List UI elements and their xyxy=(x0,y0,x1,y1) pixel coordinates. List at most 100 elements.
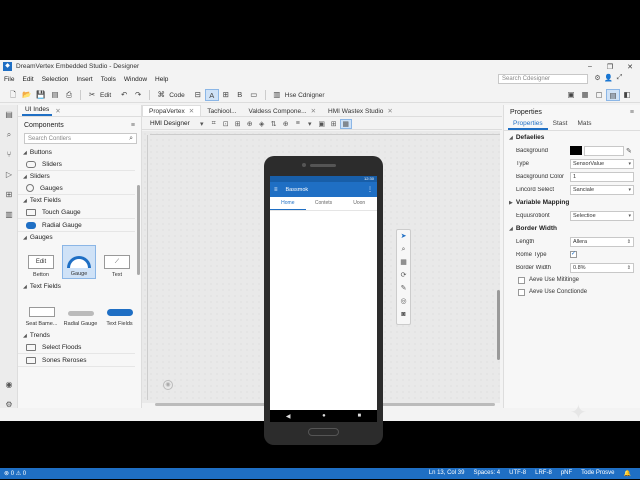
encoding[interactable]: UTF-8 xyxy=(509,470,526,477)
menu-window[interactable]: Window xyxy=(124,76,147,83)
list-item[interactable]: Gauges xyxy=(18,182,135,195)
chevron-down-icon[interactable]: ▾ xyxy=(304,120,316,128)
hamburger-icon[interactable]: ≡ xyxy=(131,122,135,129)
menu-file[interactable]: File xyxy=(4,76,14,83)
components-icon[interactable]: ▥ xyxy=(0,205,18,225)
search-icon[interactable]: ⌕ xyxy=(129,135,133,143)
checkbox-row[interactable]: Aeve Use Conctionde xyxy=(504,286,640,298)
home-icon[interactable]: ● xyxy=(322,413,326,419)
search-icon[interactable]: ⌕ xyxy=(0,125,18,145)
code-icon[interactable]: ⌘ xyxy=(154,89,168,101)
zoom-icon[interactable]: ⌕ xyxy=(397,243,410,256)
phone-tab-uoon[interactable]: Uoon xyxy=(341,197,377,210)
source-control-icon[interactable]: ⑂ xyxy=(0,145,18,165)
designer-icon[interactable]: ▥ xyxy=(270,89,284,101)
tile-text-fields[interactable]: Text Fields xyxy=(102,294,137,328)
align-icon[interactable]: ≡ xyxy=(292,120,304,127)
frame-icon[interactable]: ▣ xyxy=(316,120,328,128)
doc-tab[interactable]: Valdess Compone... ✕ xyxy=(243,106,323,116)
menu-edit[interactable]: Edit xyxy=(22,76,33,83)
tab-mats[interactable]: Mats xyxy=(572,119,596,130)
rome-type-checkbox[interactable]: ✓ xyxy=(570,251,577,258)
clipboard-icon[interactable]: ▣ xyxy=(564,89,578,101)
checkbox-row[interactable]: Aeve Use Mititinge xyxy=(504,274,640,286)
cut-icon[interactable]: ✂ xyxy=(85,89,99,101)
stepper-icon[interactable]: ⇕ xyxy=(627,238,631,246)
section-border-width[interactable]: ◢ Border Width xyxy=(504,222,640,235)
cursor-position[interactable]: Ln 13, Col 39 xyxy=(429,470,465,477)
color-swatch[interactable] xyxy=(570,146,582,155)
layers-icon[interactable]: ◧ xyxy=(620,89,634,101)
crop-icon[interactable]: ⌗ xyxy=(208,120,220,128)
save-all-icon[interactable]: ▤ xyxy=(48,89,62,101)
tile-gauge[interactable]: Gauge xyxy=(62,245,96,279)
close-icon[interactable]: ✕ xyxy=(387,108,392,115)
align-icon[interactable]: ⊟ xyxy=(191,89,205,101)
menu-selection[interactable]: Selection xyxy=(42,76,69,83)
distribute-icon[interactable]: ⊕ xyxy=(280,120,292,128)
hamburger-icon[interactable]: ≡ xyxy=(630,109,634,116)
menu-help[interactable]: Help xyxy=(155,76,168,83)
menu-tools[interactable]: Tools xyxy=(101,76,116,83)
designer-mode-select[interactable]: HMI Designer xyxy=(150,120,190,127)
explorer-icon[interactable]: ▤ xyxy=(0,105,18,125)
canvas-vertical-scrollbar[interactable] xyxy=(497,290,500,360)
list-item[interactable]: Sones Reroses xyxy=(18,354,135,367)
doc-tab[interactable]: HMI Wastex Studio ✕ xyxy=(322,106,399,116)
close-icon[interactable]: ✕ xyxy=(311,108,316,115)
phone-tab-home[interactable]: Home xyxy=(270,197,306,210)
background-color-field[interactable]: 1 xyxy=(570,171,634,182)
account-icon[interactable]: 👤 xyxy=(603,74,614,82)
menu-insert[interactable]: Insert xyxy=(76,76,92,83)
pen-icon[interactable]: ✎ xyxy=(626,147,632,155)
bell-icon[interactable]: 🔔 xyxy=(624,470,631,477)
panel-toggle-icon[interactable]: ▤ xyxy=(606,89,620,101)
text-tool-icon[interactable]: A xyxy=(204,89,219,101)
color-field[interactable] xyxy=(584,145,624,156)
settings-icon[interactable]: ⚙ xyxy=(0,395,18,415)
preview-icon[interactable]: ▭ xyxy=(247,89,261,101)
maximize-button[interactable]: ❐ xyxy=(600,63,620,71)
sort-icon[interactable]: ⇅ xyxy=(268,120,280,128)
pointer-icon[interactable]: ➤ xyxy=(397,230,410,243)
language-mode[interactable]: pNF xyxy=(561,470,572,477)
section-buttons[interactable]: ◢ Buttons xyxy=(18,147,141,158)
tile-button[interactable]: Edit Betton xyxy=(24,245,58,279)
phone-screen[interactable]: 12:30 ≡ Bassmok ⋮ Home Contets Uoon xyxy=(270,176,377,410)
tab-ui-index[interactable]: UI Indes xyxy=(22,105,53,116)
redo-icon[interactable]: ↷ xyxy=(131,89,145,101)
lincord-select[interactable]: Sanciale ▾ xyxy=(570,184,634,195)
list-item[interactable]: Select Floods xyxy=(18,341,135,354)
checkbox[interactable] xyxy=(518,288,525,296)
section-defaults[interactable]: ◢ Defaelies xyxy=(504,131,640,144)
section-sliders[interactable]: ◢ Sliders xyxy=(18,171,141,182)
list-item[interactable]: Touch Gauge xyxy=(18,206,135,219)
edit-menu-button[interactable]: Edit xyxy=(100,92,111,99)
section-text-fields-2[interactable]: ◢ Text Fields xyxy=(18,281,141,292)
indentation[interactable]: Spaces: 4 xyxy=(473,470,500,477)
grid-icon[interactable]: ⊞ xyxy=(232,120,244,128)
border-width-field[interactable]: 0.8% ⇕ xyxy=(570,262,634,273)
problems-indicator[interactable]: ⊗ 0 ⚠ 0 xyxy=(4,470,26,477)
list-item[interactable]: Sliders xyxy=(18,158,135,171)
list-item[interactable]: Radial Gauge xyxy=(18,219,135,232)
section-gauges[interactable]: ◢ Gauges xyxy=(18,232,141,243)
back-icon[interactable]: ◀ xyxy=(286,413,291,420)
mode-indicator[interactable]: Tode Prosve xyxy=(581,470,614,477)
tab-stast[interactable]: Stast xyxy=(548,119,573,130)
layers-icon[interactable]: ◈ xyxy=(256,120,268,128)
more-vert-icon[interactable]: ⋮ xyxy=(367,186,373,193)
close-icon[interactable]: ✕ xyxy=(189,108,194,115)
target-icon[interactable]: ◎ xyxy=(397,295,410,308)
phone-tab-contets[interactable]: Contets xyxy=(306,197,342,210)
run-designer-button[interactable]: Hse Cdnigner xyxy=(285,92,325,99)
camera-icon[interactable]: ◙ xyxy=(397,308,410,321)
account-icon[interactable]: ◉ xyxy=(0,375,18,395)
layout-toggle-icon[interactable]: ▦ xyxy=(339,118,352,129)
fullscreen-icon[interactable]: ⤢ xyxy=(614,74,625,82)
undo-icon[interactable]: ↶ xyxy=(117,89,131,101)
chevron-down-icon[interactable]: ▾ xyxy=(196,120,208,128)
pen-icon[interactable]: ✎ xyxy=(397,282,410,295)
doc-tab[interactable]: PropaVertex ✕ xyxy=(142,105,202,116)
lock-icon[interactable]: ▢ xyxy=(592,89,606,101)
